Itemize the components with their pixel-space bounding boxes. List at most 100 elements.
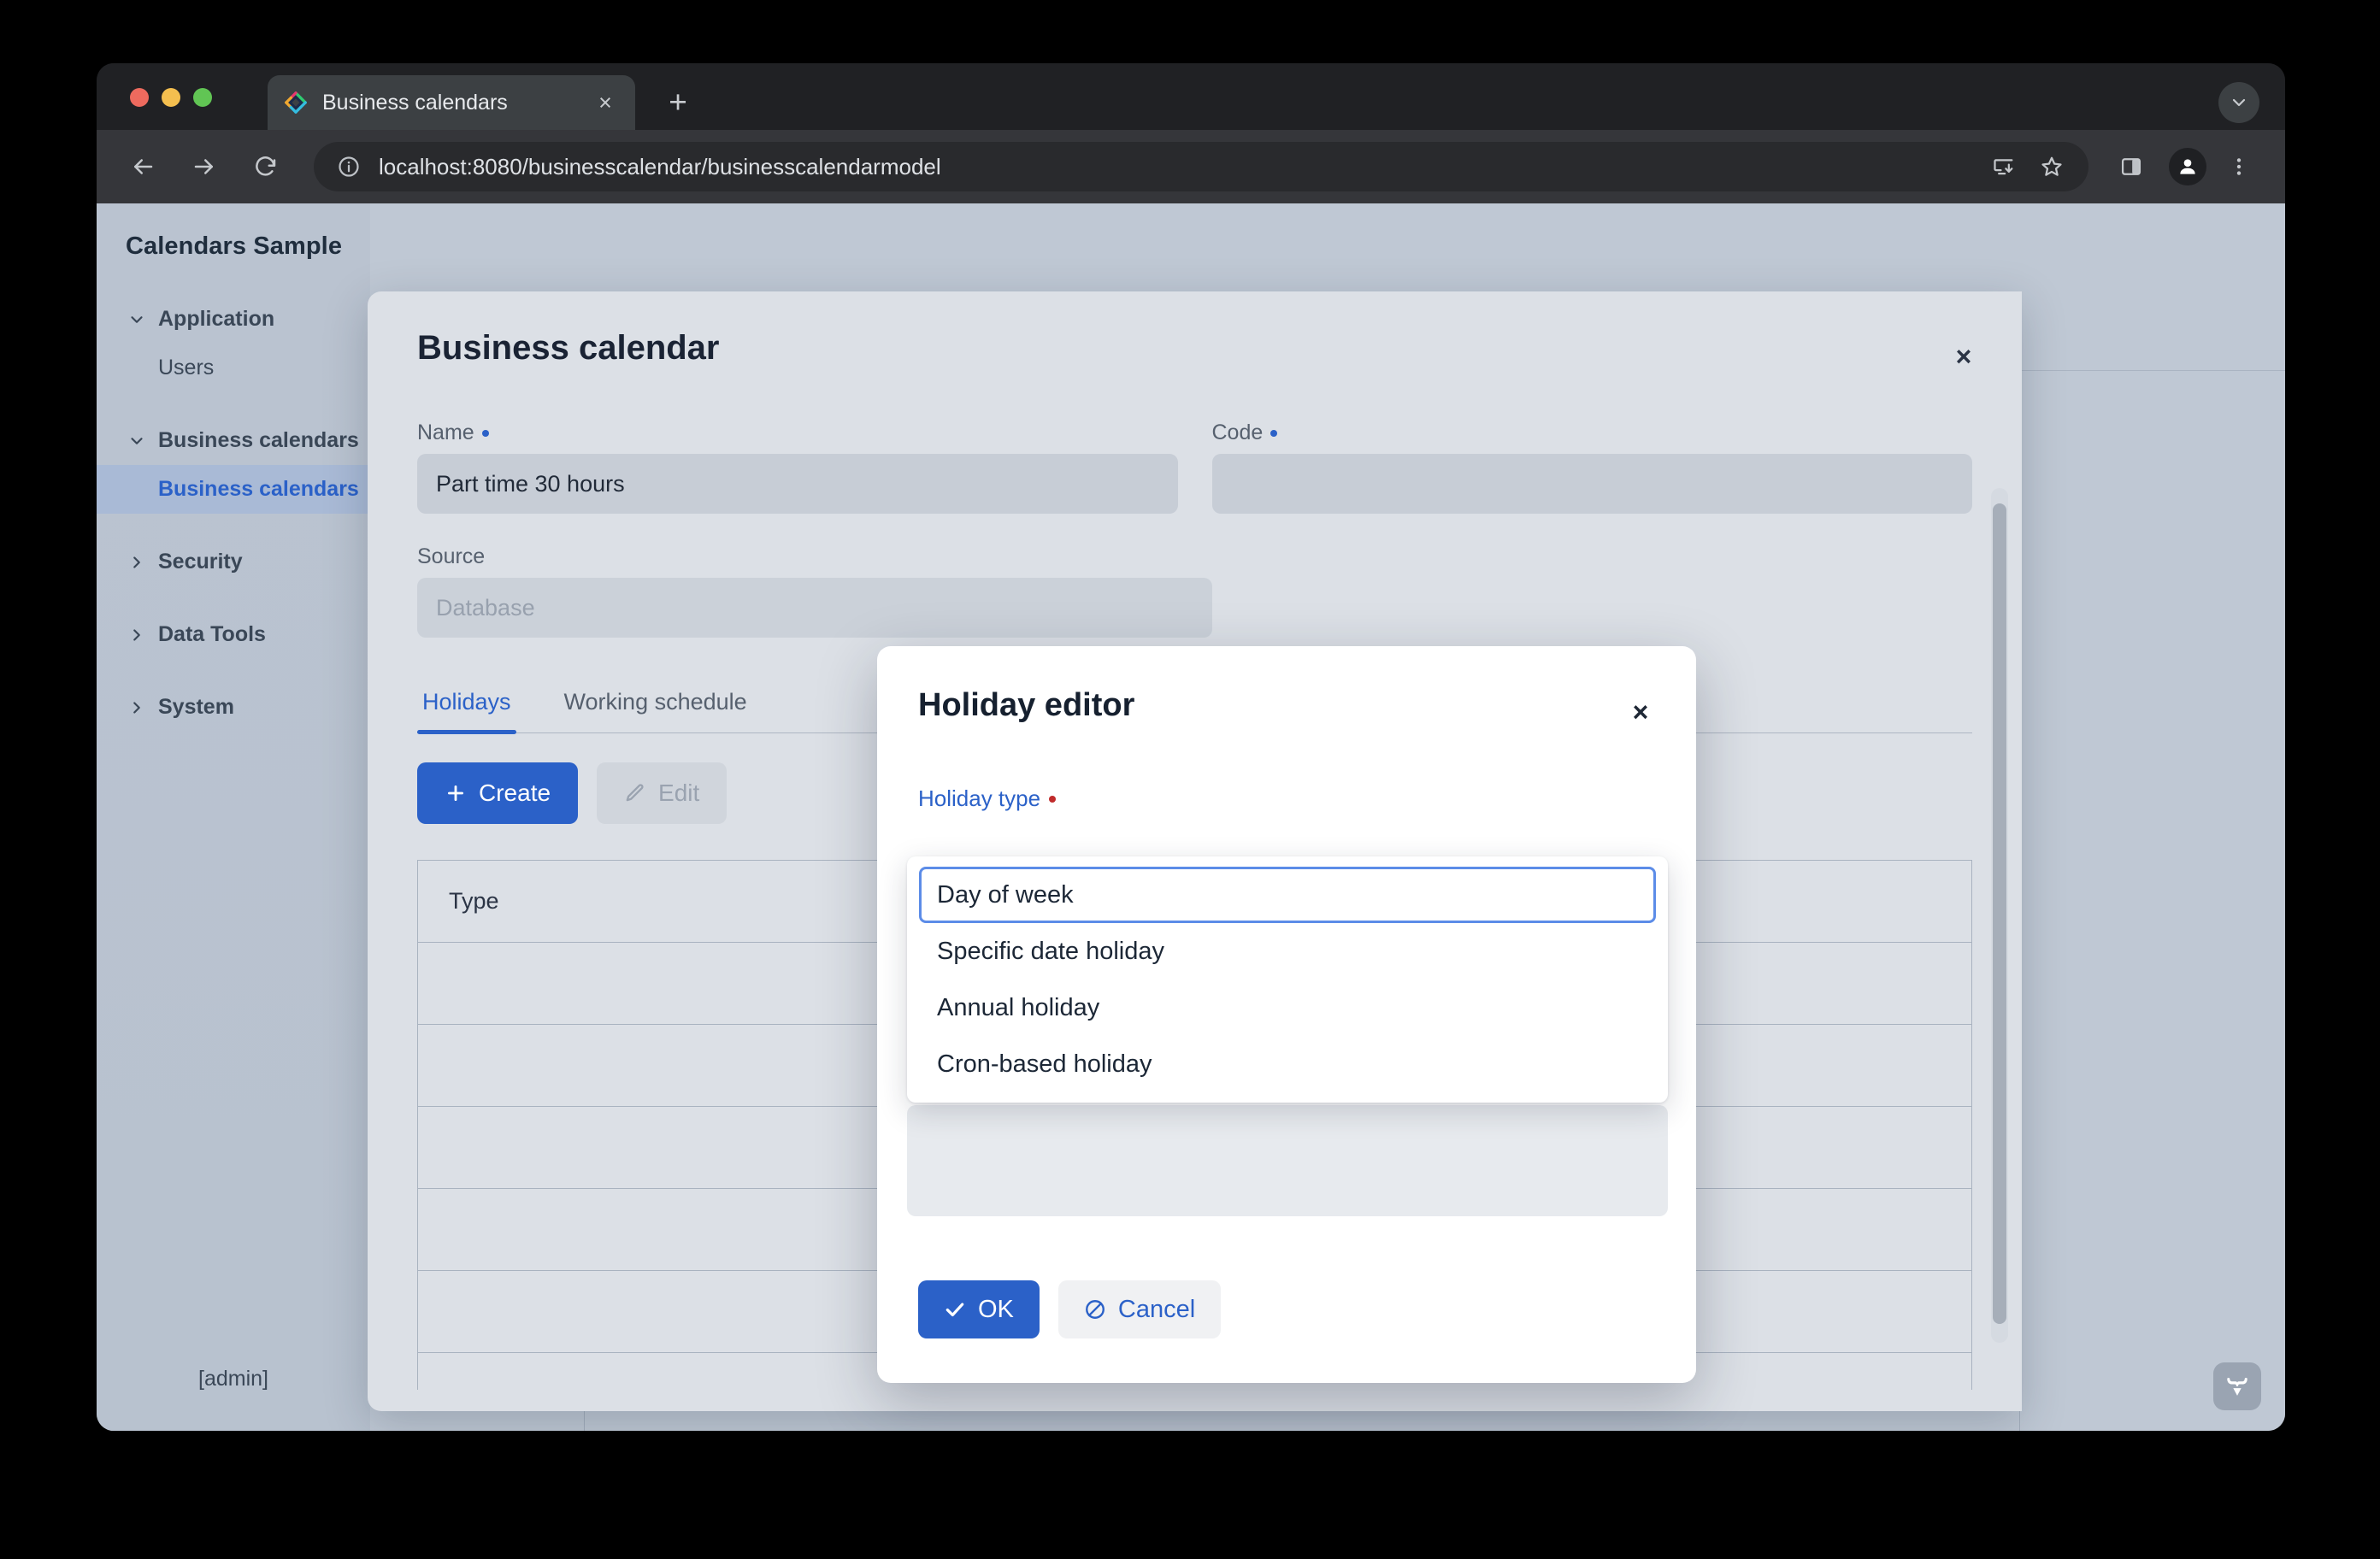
name-field-group: Name Part time 30 hours [417,421,1178,514]
chevron-right-icon [126,626,148,644]
reload-button[interactable] [242,143,290,191]
required-dot-icon [481,429,489,437]
sidebar-group-label: Data Tools [158,622,266,646]
source-field-group: Source Database [417,544,1212,638]
new-tab-button[interactable]: + [661,86,695,121]
cancel-button[interactable]: Cancel [1057,1280,1222,1338]
ban-icon [1084,1298,1106,1321]
name-input[interactable]: Part time 30 hours [417,454,1178,514]
browser-tab-strip: Business calendars × + [97,63,2285,130]
ok-button[interactable]: OK [918,1280,1040,1338]
source-row: Source Database [368,514,2022,638]
dropdown-option-specific-date-holiday[interactable]: Specific date holiday [919,923,1656,980]
close-tab-icon[interactable]: × [591,88,620,117]
profile-avatar[interactable] [2169,148,2206,185]
bookmark-star-icon[interactable] [2030,145,2073,188]
create-button-label: Create [479,780,551,806]
edit-button[interactable]: Edit [597,762,728,824]
holiday-type-label-text: Holiday type [918,785,1041,811]
holiday-type-dropdown[interactable]: Day of week Specific date holiday Annual… [907,856,1668,1103]
chevron-right-icon [126,698,148,717]
vaadin-logo-icon[interactable] [2213,1362,2261,1410]
pencil-icon [624,782,646,804]
required-dot-icon [1049,795,1057,803]
forward-button[interactable] [180,143,228,191]
ok-button-label: OK [978,1295,1014,1323]
tab-search-icon[interactable] [2218,82,2259,123]
dropdown-option-day-of-week[interactable]: Day of week [919,867,1656,923]
sidebar-group-security[interactable]: Security [97,538,370,586]
maximize-window-button[interactable] [193,88,212,107]
dropdown-option-annual-holiday[interactable]: Annual holiday [919,980,1656,1036]
browser-toolbar: localhost:8080/businesscalendar/business… [97,130,2285,203]
holiday-editor-header: Holiday editor × [877,646,1696,726]
source-field-label: Source [417,544,1212,569]
page-viewport: Calendars Sample Application Users Busin… [97,203,2285,1431]
chevron-right-icon [126,553,148,572]
address-bar-url: localhost:8080/businesscalendar/business… [379,153,941,179]
business-calendar-dialog-header: Business calendar × [368,291,2022,370]
tab-working-schedule[interactable]: Working schedule [559,689,752,732]
sidebar-group-label: Business calendars [158,428,359,452]
sidebar-group-label: Security [158,550,243,574]
app-title: Calendars Sample [126,232,343,260]
back-button[interactable] [119,143,167,191]
plus-icon [445,782,467,804]
install-app-icon[interactable] [1982,145,2025,188]
sidebar-item-business-calendars[interactable]: Business calendars [97,465,370,514]
dialog-scrollbar[interactable] [1991,488,2008,1343]
code-input[interactable] [1211,454,1972,514]
minimize-window-button[interactable] [162,88,180,107]
holiday-type-label: Holiday type [918,785,1655,812]
tab-holidays[interactable]: Holidays [417,689,516,734]
code-label-text: Code [1211,421,1264,444]
create-button[interactable]: Create [417,762,579,824]
sidebar-group-system[interactable]: System [97,683,370,732]
holiday-editor-footer: OK Cancel [918,1280,1222,1338]
app-favicon [283,90,309,115]
required-dot-icon [1270,429,1278,437]
close-window-button[interactable] [130,88,149,107]
name-field-label: Name [417,421,1178,445]
browser-window: Business calendars × + localhost:8080/bu… [97,63,2285,1431]
sidebar-nav-list: Application Users Business calendars Bus… [97,295,370,732]
app-sidebar: Calendars Sample Application Users Busin… [97,203,370,1431]
dialog-scrollbar-thumb[interactable] [1993,503,2006,1324]
address-bar-actions [1982,145,2073,188]
browser-tab[interactable]: Business calendars × [268,75,635,130]
browser-menu-icon[interactable] [2215,143,2263,191]
name-label-text: Name [417,421,474,444]
check-icon [944,1298,966,1321]
address-bar[interactable]: localhost:8080/businesscalendar/business… [314,142,2088,191]
dropdown-option-cron-based-holiday[interactable]: Cron-based holiday [919,1036,1656,1092]
source-label-text: Source [417,544,486,568]
business-calendar-form: Name Part time 30 hours Code [368,368,2022,514]
side-panel-icon[interactable] [2107,143,2155,191]
chevron-down-icon [126,432,148,450]
sidebar-group-business-calendars[interactable]: Business calendars [97,416,370,465]
source-input[interactable]: Database [417,578,1212,638]
sidebar-group-label: Application [158,307,275,331]
sidebar-group-data-tools[interactable]: Data Tools [97,610,370,659]
dialog-title: Business calendar [417,329,720,367]
holiday-editor-title: Holiday editor [918,687,1135,723]
grid-column-header-type[interactable]: Type [449,888,499,915]
holiday-editor-detail-area [907,1105,1668,1216]
edit-button-label: Edit [658,780,700,806]
code-field-group: Code [1211,421,1973,514]
chevron-down-icon [126,310,148,329]
close-dialog-icon[interactable]: × [1943,336,1984,377]
site-info-icon[interactable] [329,147,368,186]
sidebar-group-label: System [158,695,234,719]
sidebar-current-user: [admin] [198,1367,268,1391]
sidebar-group-application[interactable]: Application [97,295,370,344]
browser-tab-title: Business calendars [322,90,508,115]
holiday-editor-body: Holiday type [877,724,1696,812]
cancel-button-label: Cancel [1117,1295,1196,1323]
code-field-label: Code [1212,421,1973,445]
sidebar-item-users[interactable]: Users [97,344,370,392]
